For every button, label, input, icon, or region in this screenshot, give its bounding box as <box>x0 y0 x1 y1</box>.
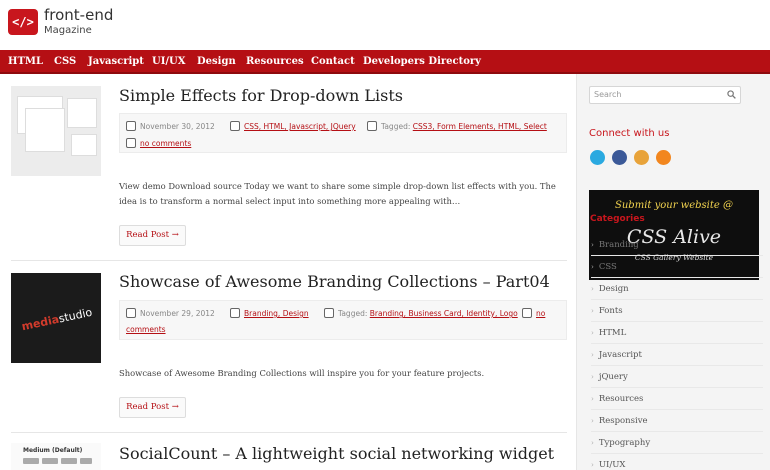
post-comments-link[interactable]: no <box>536 309 545 318</box>
nav-item-design[interactable]: Design <box>197 50 236 74</box>
calendar-icon <box>126 308 136 318</box>
nav-item-html[interactable]: HTML <box>8 50 43 74</box>
category-item[interactable]: › Resources <box>591 388 763 410</box>
divider <box>11 260 567 261</box>
read-post-button[interactable]: Read Post → <box>119 397 186 418</box>
post-title[interactable]: Showcase of Awesome Branding Collections… <box>119 272 550 291</box>
category-item[interactable]: › CSS <box>591 256 763 278</box>
promo-line1: Submit your website @ <box>615 200 733 211</box>
post-tags[interactable]: CSS3, Form Elements, HTML, Select <box>413 122 547 131</box>
post-comments-link[interactable]: comments <box>126 325 166 334</box>
folder-icon <box>230 121 240 131</box>
tag-icon <box>367 121 377 131</box>
nav-item-css[interactable]: CSS <box>54 50 76 74</box>
twitter-icon[interactable] <box>590 150 605 165</box>
tag-icon <box>324 308 334 318</box>
post-thumbnail[interactable]: Medium (Default) <box>11 443 101 470</box>
categories-title: Categories <box>589 214 646 224</box>
post-categories[interactable]: Branding, Design <box>244 309 309 318</box>
divider <box>11 432 567 433</box>
category-item[interactable]: › Responsive <box>591 410 763 432</box>
nav-item-uiux[interactable]: UI/UX <box>152 50 186 74</box>
category-item[interactable]: › Branding <box>591 234 763 256</box>
category-item[interactable]: › HTML <box>591 322 763 344</box>
read-post-button[interactable]: Read Post → <box>119 225 186 246</box>
category-item[interactable]: › UI/UX <box>591 454 763 470</box>
post-date: November 30, 2012 <box>140 122 215 131</box>
post-meta: November 30, 2012 CSS, HTML, Javascript,… <box>119 113 567 153</box>
comment-icon <box>522 308 532 318</box>
nav-item-resources[interactable]: Resources <box>246 50 304 74</box>
nav-item-developers-directory[interactable]: Developers Directory <box>363 50 481 74</box>
tagged-label: Tagged: <box>381 122 411 131</box>
post-title[interactable]: Simple Effects for Drop-down Lists <box>119 86 403 105</box>
thumbnail-brand-text: mediastudio <box>20 305 94 334</box>
category-item[interactable]: › Design <box>591 278 763 300</box>
post-meta: November 29, 2012 Branding, Design Tagge… <box>119 300 567 340</box>
sidebar: Search Connect with us Submit your websi… <box>576 74 770 470</box>
site-title[interactable]: front-end <box>44 6 113 24</box>
rss-icon[interactable] <box>656 150 671 165</box>
main-nav: HTML CSS Javascript UI/UX Design Resourc… <box>0 50 770 74</box>
post-categories[interactable]: CSS, HTML, Javascript, JQuery <box>244 122 356 131</box>
site-subtitle: Magazine <box>44 25 92 36</box>
google-icon[interactable] <box>634 150 649 165</box>
folder-icon <box>230 308 240 318</box>
connect-title: Connect with us <box>589 128 670 139</box>
thumbnail-label: Medium (Default) <box>23 447 83 454</box>
post-comments-link[interactable]: no comments <box>140 139 191 148</box>
tagged-label: Tagged: <box>338 309 368 318</box>
nav-item-javascript[interactable]: Javascript <box>88 50 144 74</box>
category-item[interactable]: › Typography <box>591 432 763 454</box>
category-item[interactable]: › Fonts <box>591 300 763 322</box>
post-excerpt: View demo Download source Today we want … <box>119 181 556 206</box>
post-thumbnail[interactable] <box>11 86 101 176</box>
logo-icon[interactable]: </> <box>8 9 38 35</box>
post-title[interactable]: SocialCount – A lightweight social netwo… <box>119 444 554 463</box>
facebook-icon[interactable] <box>612 150 627 165</box>
category-item[interactable]: › jQuery <box>591 366 763 388</box>
search-icon[interactable] <box>727 90 736 99</box>
site-header: </> front-end Magazine <box>0 0 770 50</box>
post-thumbnail[interactable]: mediastudio <box>11 273 101 363</box>
nav-item-contact[interactable]: Contact <box>311 50 355 74</box>
post-tags[interactable]: Branding, Business Card, Identity, Logo <box>370 309 518 318</box>
comment-icon <box>126 138 136 148</box>
post-excerpt: Showcase of Awesome Branding Collections… <box>119 368 485 378</box>
calendar-icon <box>126 121 136 131</box>
post-date: November 29, 2012 <box>140 309 215 318</box>
category-item[interactable]: › Javascript <box>591 344 763 366</box>
search-input[interactable]: Search <box>589 86 741 104</box>
